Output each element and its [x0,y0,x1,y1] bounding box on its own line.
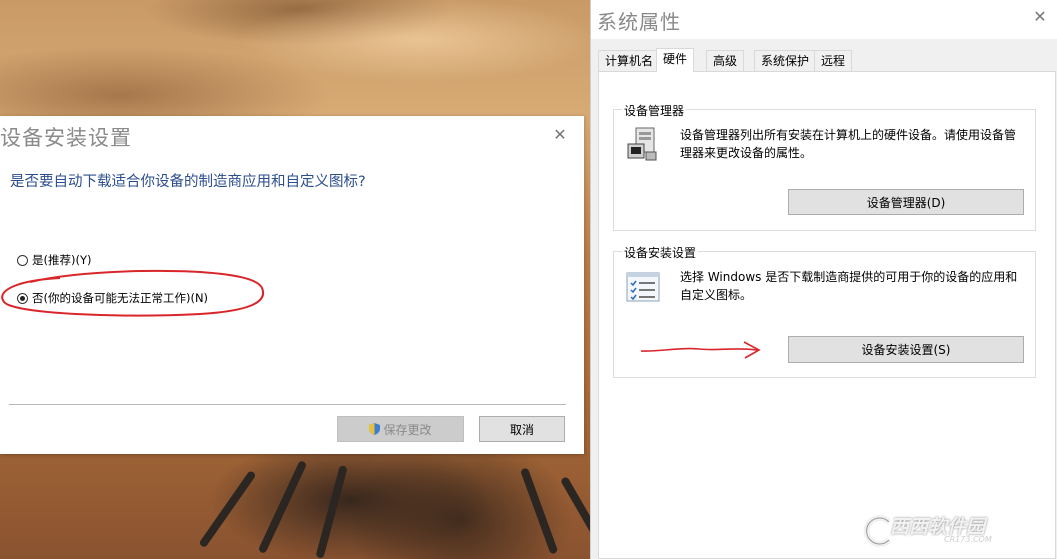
radio-yes-icon[interactable] [17,254,28,266]
device-install-description: 选择 Windows 是否下载制造商提供的可用于你的设备的应用和自定义图标。 [680,270,1018,302]
group-label-device-install: 设备安装设置 [622,244,699,261]
radio-yes-label: 是(推荐)(Y) [32,253,92,267]
uac-shield-icon [369,423,381,435]
tab-remote[interactable]: 远程 [814,50,853,71]
window-body: 计算机名 硬件 高级 系统保护 远程 设备管理器 设备管理器列出所有安装在计算机… [591,39,1057,559]
red-arrow-annotation [640,341,761,359]
device-install-group: 设备安装设置 选择 Windows 是否下载制造商提供的可用于你的设备的应用和自… [613,244,1036,378]
device-install-dialog: 设备安装设置 ✕ 是否要自动下载适合你设备的制造商应用和自定义图标? 是(推荐)… [0,116,584,454]
device-manager-description: 设备管理器列出所有安装在计算机上的硬件设备。请使用设备管理器来更改设备的属性。 [680,128,1017,160]
wallpaper-detail [520,467,559,555]
wallpaper-detail [198,470,257,549]
close-icon[interactable]: ✕ [1031,8,1049,26]
device-manager-button-label: 设备管理器(D) [866,195,946,210]
wallpaper-detail [315,465,348,559]
cancel-button[interactable]: 取消 [479,416,565,442]
red-circle-annotation [1,269,265,317]
device-install-settings-button-label: 设备安装设置(S) [861,343,951,357]
device-manager-icon [627,127,657,161]
dialog-question: 是否要自动下载适合你设备的制造商应用和自定义图标? [10,174,366,190]
dialog-title: 设备安装设置 [0,126,132,150]
tab-computer-name[interactable]: 计算机名 [598,50,661,71]
tab-hardware[interactable]: 硬件 [656,48,695,72]
tab-advanced[interactable]: 高级 [706,50,745,71]
window-title: 系统属性 [597,10,681,34]
tab-system-protection[interactable]: 系统保护 [754,50,817,71]
device-manager-group: 设备管理器 设备管理器列出所有安装在计算机上的硬件设备。请使用设备管理器来更改设… [613,102,1036,231]
radio-option-yes[interactable]: 是(推荐)(Y) [17,252,91,268]
hardware-tab-panel: 设备管理器 设备管理器列出所有安装在计算机上的硬件设备。请使用设备管理器来更改设… [598,71,1056,559]
cancel-label: 取消 [509,422,534,437]
save-changes-button[interactable]: 保存更改 [337,416,464,442]
group-label-device-manager: 设备管理器 [622,102,687,119]
close-icon[interactable]: ✕ [551,126,569,144]
save-changes-label: 保存更改 [383,422,432,437]
dialog-separator [9,404,566,405]
device-manager-button[interactable]: 设备管理器(D) [788,189,1024,215]
watermark-url: CR173.COM [944,535,992,544]
wallpaper-detail [257,460,308,555]
checklist-icon [626,272,660,302]
system-properties-window: 系统属性 ✕ 计算机名 硬件 高级 系统保护 远程 设备管理器 设备管理器列出所… [590,0,1057,559]
device-install-settings-button[interactable]: 设备安装设置(S) [788,336,1024,363]
watermark-logo: 西西软件园 CR173.COM [862,512,1042,552]
